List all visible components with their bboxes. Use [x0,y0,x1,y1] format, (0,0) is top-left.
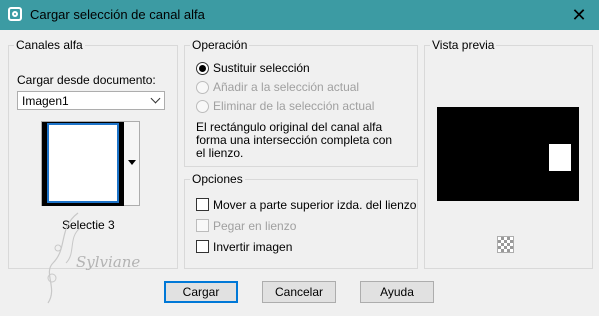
cancel-button[interactable]: Cancelar [262,281,336,303]
title-bar: Cargar selección de canal alfa ✕ [0,0,599,30]
radio-replace-label[interactable]: Sustituir selección [213,61,310,75]
channel-thumbnail-image [47,123,119,203]
close-button[interactable]: ✕ [559,0,599,30]
load-button[interactable]: Cargar [164,281,238,303]
operation-description-line-1: El rectángulo original del canal alfa [196,120,383,134]
chevron-down-icon [150,93,161,104]
radio-replace-selection[interactable] [196,62,209,75]
operation-description-line-3: el lienzo. [196,146,244,160]
radio-add-label[interactable]: Añadir a la selección actual [213,80,359,94]
cancel-button-label: Cancelar [274,285,324,299]
radio-remove-label[interactable]: Eliminar de la selección actual [213,99,374,113]
preview-selection-rect [549,144,571,171]
load-from-document-label: Cargar desde documento: [17,73,156,87]
document-select[interactable]: Imagen1 [17,91,165,110]
document-select-value: Imagen1 [22,94,69,108]
checkbox-invert-image-label[interactable]: Invertir imagen [213,240,292,254]
operation-title: Operación [190,38,250,52]
checkbox-invert-image[interactable] [196,240,209,253]
window-title: Cargar selección de canal alfa [30,7,205,22]
checkbox-move-top-left[interactable] [196,198,209,211]
watermark-signature: Sylviane [76,253,141,271]
checkbox-paste-canvas-label[interactable]: Pegar en lienzo [213,219,296,233]
options-title: Opciones [190,172,245,186]
radio-add-selection[interactable] [196,81,209,94]
radio-remove-selection[interactable] [196,100,209,113]
help-button-label: Ayuda [380,285,414,299]
alpha-channels-title: Canales alfa [14,38,85,52]
load-button-label: Cargar [182,285,220,299]
operation-description-line-2: forma una intersección completa con [196,133,393,147]
preview-background-icon[interactable] [497,236,514,253]
checkbox-move-top-left-label[interactable]: Mover a parte superior izda. del lienzo [213,198,416,212]
channel-dropdown-button[interactable] [124,121,140,206]
app-icon [8,7,22,21]
checkbox-paste-canvas[interactable] [196,219,209,232]
help-button[interactable]: Ayuda [360,281,434,303]
preview-title: Vista previa [430,38,497,52]
